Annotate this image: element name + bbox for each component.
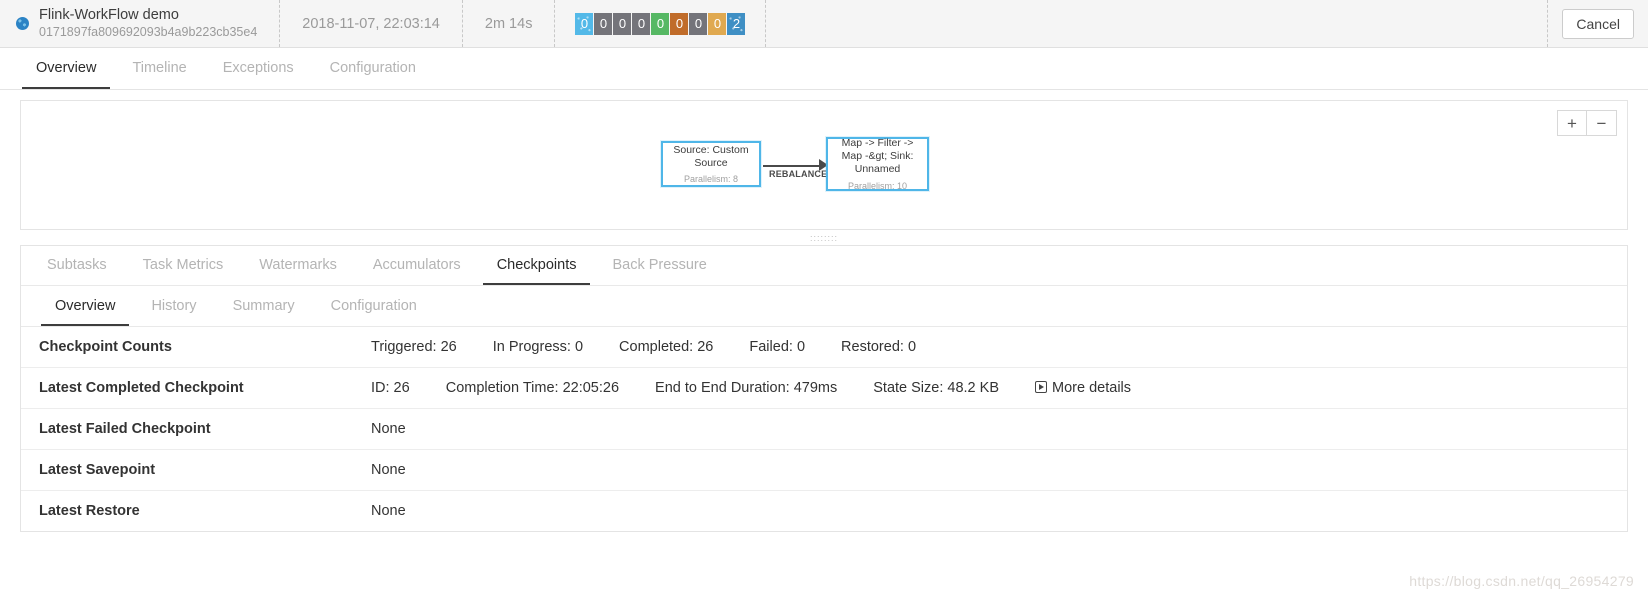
latest-restore-value: None — [371, 503, 406, 519]
secondary-tab-bar: Subtasks Task Metrics Watermarks Accumulato… — [21, 246, 1627, 286]
task-status-badge-canceling: 0 — [670, 12, 689, 35]
job-graph-section: + − Source: Custom Source Parallelism: 8… — [0, 90, 1648, 245]
job-actions: Cancel — [1548, 0, 1648, 47]
table-row: Latest Failed Checkpoint None — [21, 409, 1627, 450]
job-name: Flink-WorkFlow demo — [39, 7, 179, 24]
cancel-job-button[interactable]: Cancel — [1562, 8, 1634, 39]
job-duration: 2m 14s — [484, 15, 533, 32]
count-triggered: Triggered: 26 — [371, 339, 457, 355]
graph-node-sink[interactable]: Map -> Filter -> Map -&gt; Sink: Unnamed… — [826, 137, 929, 191]
job-start-time-cell: 2018-11-07, 22:03:14 — [280, 0, 463, 47]
latest-failed-value: None — [371, 421, 406, 437]
task-status-badge-running: 0 — [632, 12, 651, 35]
task-status-badge-created: 0 — [575, 12, 594, 35]
job-start-time: 2018-11-07, 22:03:14 — [302, 15, 440, 32]
task-status-badge-finished: 0 — [651, 12, 670, 35]
tab-cp-overview[interactable]: Overview — [41, 298, 130, 326]
checkpoint-counts-values: Triggered: 26 In Progress: 0 Completed: … — [371, 327, 1627, 368]
graph-canvas[interactable]: Source: Custom Source Parallelism: 8 REB… — [21, 101, 1627, 229]
tab-exceptions[interactable]: Exceptions — [209, 60, 308, 89]
graph-node-parallelism: Parallelism: 10 — [847, 180, 908, 191]
header-spacer — [766, 0, 1549, 47]
panel-resize-handle[interactable]: :::::::: — [20, 230, 1628, 245]
count-completed: Completed: 26 — [619, 339, 714, 355]
more-details-label: More details — [1052, 380, 1132, 396]
graph-node-source[interactable]: Source: Custom Source Parallelism: 8 — [661, 141, 761, 187]
tab-accumulators[interactable]: Accumulators — [359, 257, 475, 285]
graph-node-parallelism: Parallelism: 8 — [683, 174, 739, 185]
primary-tab-bar: Overview Timeline Exceptions Configuration — [0, 48, 1648, 90]
task-status-badge-deploying: 0 — [613, 12, 632, 35]
play-icon — [1035, 381, 1048, 393]
checkpoint-overview-table: Checkpoint Counts Triggered: 26 In Progr… — [21, 327, 1627, 531]
job-duration-cell: 2m 14s — [463, 0, 556, 47]
row-label: Checkpoint Counts — [39, 339, 172, 355]
graph-node-title: Source: Custom Source — [673, 143, 749, 169]
count-in-progress: In Progress: 0 — [492, 339, 584, 355]
task-status-badges: 000000002 — [575, 12, 746, 35]
task-status-badge-failed: 0 — [708, 12, 727, 35]
task-status-badge-reconciling: 2 — [727, 12, 746, 35]
latest-completed-values: ID: 26 Completion Time: 22:05:26 End to … — [371, 368, 1627, 409]
tab-overview[interactable]: Overview — [22, 60, 111, 89]
page-watermark: https://blog.csdn.net/qq_26954279 — [1409, 573, 1634, 589]
tertiary-tab-bar: Overview History Summary Configuration — [21, 286, 1627, 327]
table-row: Latest Completed Checkpoint ID: 26 Compl… — [21, 368, 1627, 409]
latest-completed-id: ID: 26 — [371, 380, 410, 396]
task-status-badges-cell: 000000002 — [555, 0, 767, 47]
latest-completed-state-size: State Size: 48.2 KB — [873, 380, 999, 396]
table-row: Checkpoint Counts Triggered: 26 In Progr… — [21, 327, 1627, 368]
row-label: Latest Failed Checkpoint — [39, 421, 211, 437]
job-detail-section: Subtasks Task Metrics Watermarks Accumulato… — [0, 245, 1648, 546]
latest-savepoint-value: None — [371, 462, 406, 478]
job-header-bar: Flink-WorkFlow demo 0171897fa809692093b4… — [0, 0, 1648, 48]
table-row: Latest Savepoint None — [21, 450, 1627, 491]
count-failed: Failed: 0 — [749, 339, 806, 355]
job-id: 0171897fa809692093b4a9b223cb35e4 — [39, 25, 258, 40]
tab-configuration[interactable]: Configuration — [316, 60, 430, 89]
row-label: Latest Restore — [39, 503, 140, 519]
row-label: Latest Savepoint — [39, 462, 156, 478]
tab-cp-configuration[interactable]: Configuration — [317, 298, 431, 326]
job-identity: Flink-WorkFlow demo 0171897fa809692093b4… — [0, 0, 281, 47]
count-restored: Restored: 0 — [841, 339, 917, 355]
latest-completed-time: Completion Time: 22:05:26 — [445, 380, 620, 396]
task-status-badge-scheduled: 0 — [594, 12, 613, 35]
latest-completed-duration: End to End Duration: 479ms — [655, 380, 838, 396]
row-label: Latest Completed Checkpoint — [39, 380, 244, 396]
graph-edge-label: REBALANCE — [769, 169, 828, 179]
graph-node-title: Map -> Filter -> Map -&gt; Sink: Unnamed — [841, 137, 914, 175]
tab-checkpoints[interactable]: Checkpoints — [482, 257, 591, 285]
tab-cp-summary[interactable]: Summary — [219, 298, 309, 326]
tab-cp-history[interactable]: History — [137, 298, 210, 326]
task-status-badge-canceled: 0 — [689, 12, 708, 35]
graph-edge-line — [763, 165, 823, 167]
table-row: Latest Restore None — [21, 491, 1627, 532]
job-detail-panel: Subtasks Task Metrics Watermarks Accumulato… — [20, 245, 1628, 532]
job-status-dot — [16, 17, 29, 30]
tab-timeline[interactable]: Timeline — [118, 60, 200, 89]
tab-task-metrics[interactable]: Task Metrics — [129, 257, 238, 285]
tab-watermarks[interactable]: Watermarks — [245, 257, 351, 285]
job-graph-panel[interactable]: + − Source: Custom Source Parallelism: 8… — [20, 100, 1628, 230]
tab-subtasks[interactable]: Subtasks — [33, 257, 121, 285]
tab-back-pressure[interactable]: Back Pressure — [598, 257, 720, 285]
more-details-button[interactable]: More details — [1035, 380, 1131, 396]
